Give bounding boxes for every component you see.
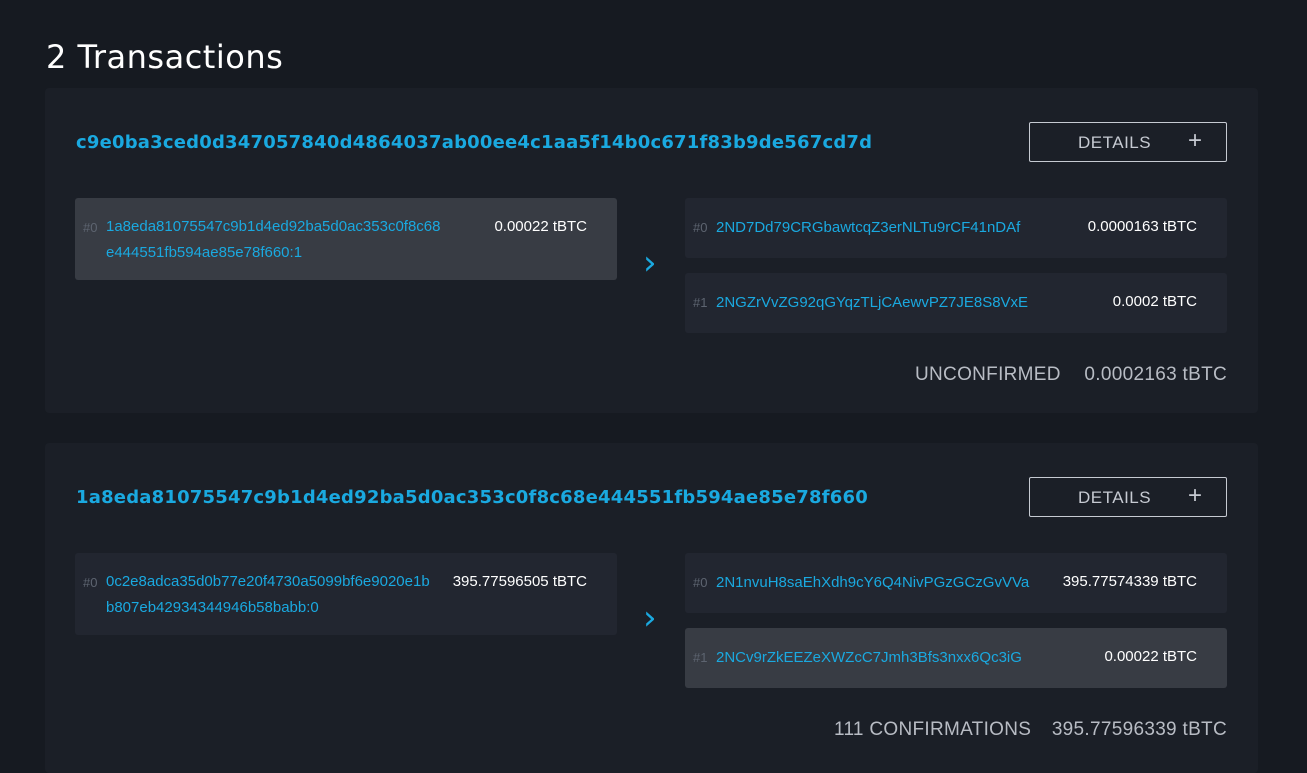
chevron-right-icon: ›: [643, 598, 657, 638]
input-address-line: e444551fb594ae85e78f660:1: [106, 244, 303, 261]
transaction-total: 0.0002163 tBTC: [1084, 364, 1227, 385]
output-address-link[interactable]: 2ND7Dd79CRGbawtcqZ3erNLTu9rCF41nDAf: [716, 215, 1020, 241]
input-index: #0: [83, 575, 98, 590]
output-amount: 0.0000163 tBTC: [1087, 218, 1197, 235]
output-index: #0: [693, 220, 708, 235]
output-index: #0: [693, 575, 708, 590]
details-button[interactable]: DETAILS +: [1029, 477, 1227, 517]
transaction-card: 1a8eda81075547c9b1d4ed92ba5d0ac353c0f8c6…: [45, 443, 1258, 773]
details-button-label: DETAILS: [1078, 133, 1152, 152]
input-address-line: 1a8eda81075547c9b1d4ed92ba5d0ac353c0f8c6…: [106, 218, 441, 235]
output-row: #0 2N1nvuH8saEhXdh9cY6Q4NivPGzGCzGvVVa 3…: [685, 553, 1227, 613]
transaction-hash-link[interactable]: 1a8eda81075547c9b1d4ed92ba5d0ac353c0f8c6…: [76, 487, 868, 508]
confirmation-status: 111 CONFIRMATIONS: [834, 719, 1032, 740]
output-amount: 0.0002 tBTC: [1112, 293, 1197, 310]
transaction-hash-link[interactable]: c9e0ba3ced0d347057840d4864037ab00ee4c1aa…: [76, 132, 872, 153]
input-address-link[interactable]: 1a8eda81075547c9b1d4ed92ba5d0ac353c0f8c6…: [106, 214, 441, 266]
plus-icon: +: [1187, 127, 1202, 154]
output-address-link[interactable]: 2N1nvuH8saEhXdh9cY6Q4NivPGzGCzGvVVa: [716, 570, 1029, 596]
input-address-line: b807eb42934344946b58babb:0: [106, 599, 319, 616]
input-address-line: 0c2e8adca35d0b77e20f4730a5099bf6e9020e1b: [106, 573, 430, 590]
output-index: #1: [693, 295, 708, 310]
input-row: #0 0c2e8adca35d0b77e20f4730a5099bf6e9020…: [75, 553, 617, 635]
confirmation-status: UNCONFIRMED: [915, 364, 1061, 385]
output-row: #0 2ND7Dd79CRGbawtcqZ3erNLTu9rCF41nDAf 0…: [685, 198, 1227, 258]
input-amount: 0.00022 tBTC: [494, 218, 587, 235]
plus-icon: +: [1187, 482, 1202, 509]
input-amount: 395.77596505 tBTC: [452, 573, 587, 590]
output-index: #1: [693, 650, 708, 665]
details-button-label: DETAILS: [1078, 488, 1152, 507]
transaction-total: 395.77596339 tBTC: [1051, 719, 1227, 740]
output-amount: 0.00022 tBTC: [1104, 648, 1197, 665]
input-row: #0 1a8eda81075547c9b1d4ed92ba5d0ac353c0f…: [75, 198, 617, 280]
output-address-link[interactable]: 2NCv9rZkEEZeXWZcC7Jmh3Bfs3nxx6Qc3iG: [716, 645, 1022, 671]
output-row: #1 2NCv9rZkEEZeXWZcC7Jmh3Bfs3nxx6Qc3iG 0…: [685, 628, 1227, 688]
details-button[interactable]: DETAILS +: [1029, 122, 1227, 162]
input-index: #0: [83, 220, 98, 235]
transaction-card: c9e0ba3ced0d347057840d4864037ab00ee4c1aa…: [45, 88, 1258, 413]
output-address-link[interactable]: 2NGZrVvZG92qGYqzTLjCAewvPZ7JE8S8VxE: [716, 290, 1028, 316]
page-title: 2 Transactions: [46, 38, 284, 76]
output-amount: 395.77574339 tBTC: [1062, 573, 1197, 590]
chevron-right-icon: ›: [643, 243, 657, 283]
output-row: #1 2NGZrVvZG92qGYqzTLjCAewvPZ7JE8S8VxE 0…: [685, 273, 1227, 333]
input-address-link[interactable]: 0c2e8adca35d0b77e20f4730a5099bf6e9020e1b…: [106, 569, 430, 621]
